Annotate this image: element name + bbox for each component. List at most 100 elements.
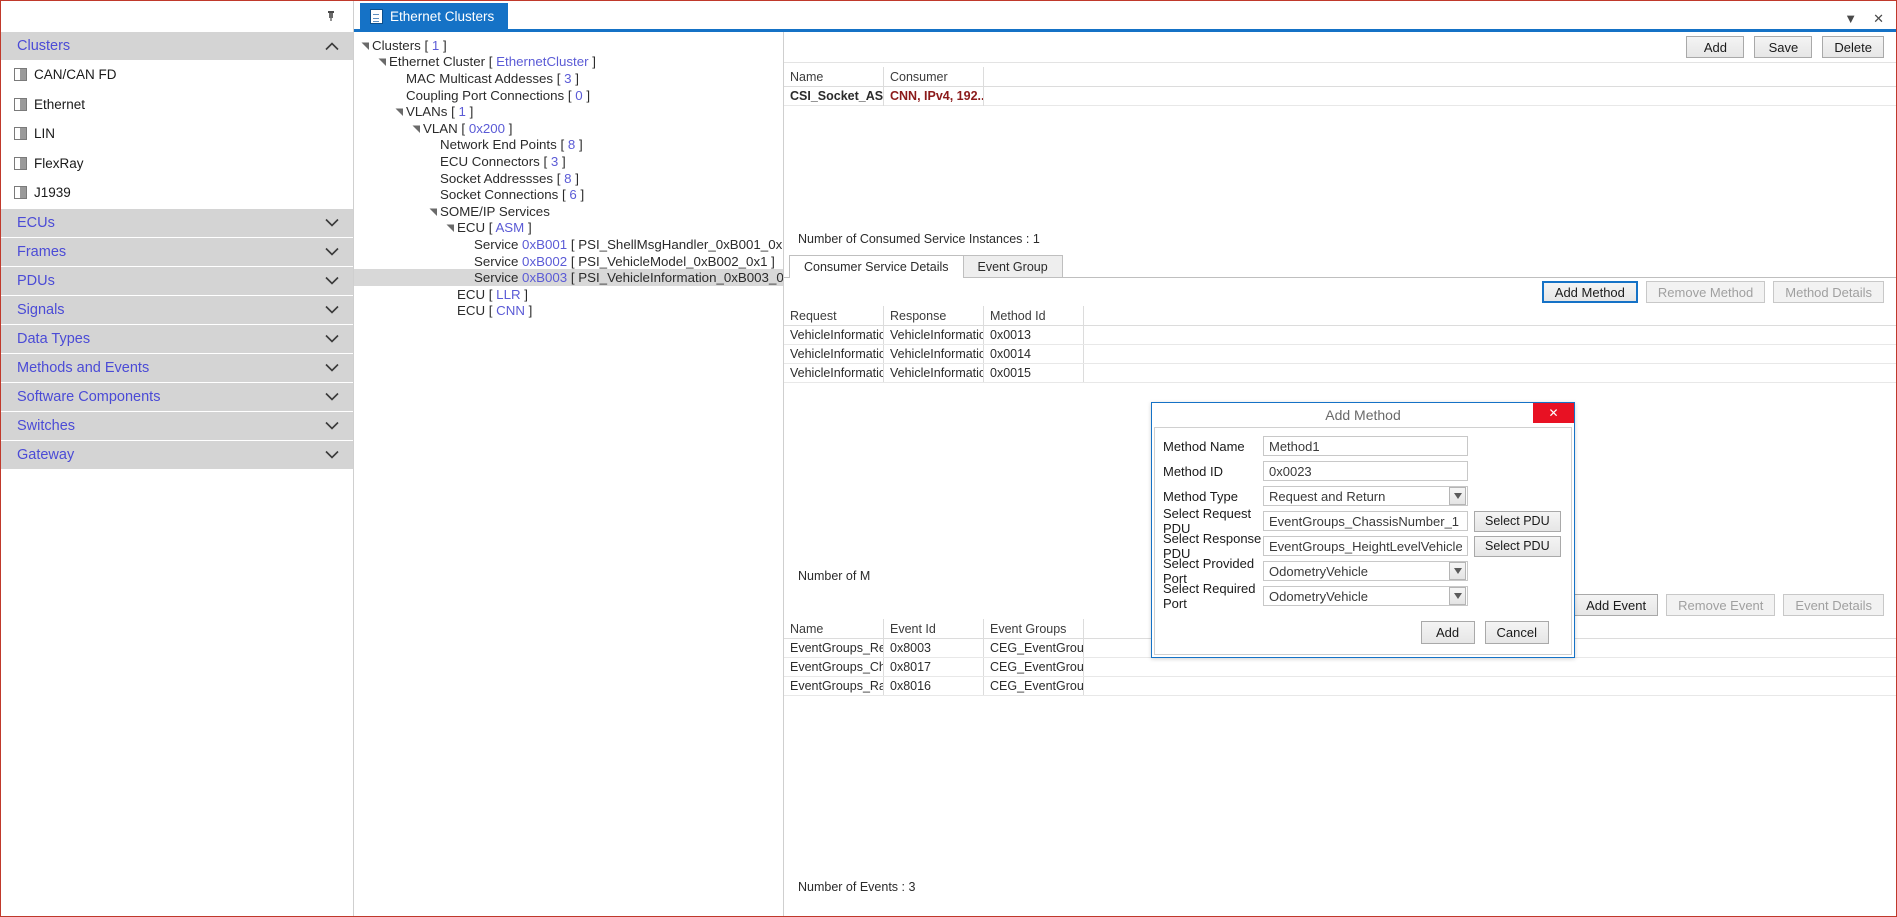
save-button[interactable]: Save	[1754, 36, 1813, 58]
expander-expanded-icon[interactable]	[409, 124, 423, 133]
tree-node[interactable]: MAC Multicast Addesses [ 3 ]	[354, 70, 783, 87]
expander-expanded-icon[interactable]	[375, 57, 389, 67]
tree-node[interactable]: ECU Connectors [ 3 ]	[354, 153, 783, 170]
chevron-down-icon[interactable]: ▼	[1844, 12, 1857, 25]
sidebar-section-label: ECUs	[17, 214, 55, 231]
tree-node[interactable]: ECU [ CNN ]	[354, 303, 783, 320]
cell-method-id: 0x0014	[984, 345, 1084, 363]
tree-node[interactable]: Service 0xB003 [ PSI_VehicleInformation_…	[354, 269, 783, 286]
cell-filler	[1084, 326, 1896, 344]
sidebar-section-software-components[interactable]: Software Components	[1, 381, 353, 411]
sidebar-item-j1939[interactable]: J1939	[1, 178, 353, 208]
tree-node[interactable]: Socket Connections [ 6 ]	[354, 186, 783, 203]
table-row[interactable]: CSI_Socket_ASM_... CNN, IPv4, 192....	[784, 86, 1896, 106]
sidebar-section-frames[interactable]: Frames	[1, 236, 353, 266]
tree-node[interactable]: VLANs [ 1 ]	[354, 103, 783, 120]
chevron-down-icon	[325, 276, 339, 285]
tree-node[interactable]: SOME/IP Services	[354, 203, 783, 220]
field-select-select-provided-port[interactable]: OdometryVehicle	[1263, 561, 1468, 581]
cell-filler	[984, 86, 1896, 106]
field-select-select-required-port[interactable]: OdometryVehicle	[1263, 586, 1468, 606]
event-grid-space	[784, 696, 1896, 872]
dialog-field-select-required-port: Select Required Port OdometryVehicle	[1163, 581, 1561, 611]
tab-ethernet-clusters[interactable]: Ethernet Clusters	[360, 3, 509, 29]
sidebar-section-data-types[interactable]: Data Types	[1, 323, 353, 353]
tree-node-label: Service 0xB003 [ PSI_VehicleInformation_…	[474, 270, 784, 286]
select-pdu-button-select-request-pdu[interactable]: Select PDU	[1474, 510, 1561, 532]
chevron-down-icon[interactable]	[1449, 487, 1466, 505]
sidebar-section-signals[interactable]: Signals	[1, 294, 353, 324]
cell-event-groups: CEG_EventGroups:0...	[984, 639, 1084, 657]
add-event-button[interactable]: Add Event	[1574, 594, 1659, 616]
consumed-instances-note: Number of Consumed Service Instances : 1	[798, 232, 1040, 246]
sidebar-section-label: Software Components	[17, 388, 161, 405]
table-row[interactable]: VehicleInformation...VehicleInformation.…	[784, 364, 1896, 383]
expander-expanded-icon[interactable]	[443, 223, 457, 233]
expander-expanded-icon[interactable]	[426, 207, 440, 216]
sidebar-section-ecus[interactable]: ECUs	[1, 207, 353, 237]
cell-event-groups: CEG_EventGroups:0...	[984, 677, 1084, 695]
column-response: Response	[884, 306, 984, 325]
sidebar-item-can-can-fd[interactable]: CAN/CAN FD	[1, 60, 353, 90]
sidebar-section-methods-and-events[interactable]: Methods and Events	[1, 352, 353, 382]
tree-node[interactable]: ECU [ ASM ]	[354, 220, 783, 237]
grid-header: Request Response Method Id	[784, 306, 1896, 326]
add-method-button[interactable]: Add Method	[1541, 281, 1638, 303]
field-label: Method Name	[1163, 438, 1245, 454]
field-input-method-id[interactable]	[1263, 461, 1468, 481]
table-row[interactable]: VehicleInformation...VehicleInformation.…	[784, 326, 1896, 345]
sidebar-item-ethernet[interactable]: Ethernet	[1, 90, 353, 120]
sidebar-section-gateway[interactable]: Gateway	[1, 439, 353, 469]
application-window: Clusters CAN/CAN FD Ethernet LIN FlexRay J193…	[0, 0, 1897, 917]
dialog-add-button[interactable]: Add	[1420, 621, 1475, 644]
sidebar-section-label: Methods and Events	[17, 359, 150, 376]
tab-consumer-service-details[interactable]: Consumer Service Details	[789, 255, 964, 278]
add-button[interactable]: Add	[1686, 36, 1745, 58]
tab-event-group[interactable]: Event Group	[962, 255, 1063, 277]
tree-node-label: VLAN [ 0x200 ]	[423, 120, 513, 136]
tree-node[interactable]: Service 0xB001 [ PSI_ShellMsgHandler_0xB…	[354, 236, 783, 253]
sidebar-section-clusters[interactable]: Clusters	[1, 31, 353, 60]
method-details-button: Method Details	[1773, 281, 1884, 303]
delete-button[interactable]: Delete	[1822, 36, 1884, 58]
field-select-method-type[interactable]: Request and Return	[1263, 486, 1468, 506]
table-row[interactable]: VehicleInformation...VehicleInformation.…	[784, 345, 1896, 364]
close-icon[interactable]: ✕	[1873, 12, 1884, 25]
field-input-select-response-pdu[interactable]	[1263, 536, 1468, 556]
tree-node[interactable]: Clusters [ 1 ]	[354, 37, 783, 54]
field-input-method-name[interactable]	[1263, 436, 1468, 456]
sidebar-section-switches[interactable]: Switches	[1, 410, 353, 440]
sidebar-item-flexray[interactable]: FlexRay	[1, 149, 353, 179]
chevron-down-icon[interactable]	[1449, 562, 1466, 580]
close-icon[interactable]: ✕	[1533, 403, 1574, 423]
tree-node[interactable]: VLAN [ 0x200 ]	[354, 120, 783, 137]
tree-node[interactable]: Service 0xB002 [ PSI_VehicleModel_0xB002…	[354, 253, 783, 270]
field-input-select-request-pdu[interactable]	[1263, 511, 1468, 531]
expander-expanded-icon[interactable]	[392, 107, 406, 117]
pin-icon[interactable]	[323, 8, 339, 24]
table-row[interactable]: EventGroups_Chas...0x8017CEG_EventGroups…	[784, 658, 1896, 677]
sidebar-item-lin[interactable]: LIN	[1, 119, 353, 149]
add-method-dialog: Add Method ✕ Method NameMethod IDMethod …	[1151, 402, 1575, 658]
chevron-down-icon[interactable]	[1449, 587, 1466, 605]
tree-node-label: SOME/IP Services	[440, 203, 550, 219]
expander-expanded-icon[interactable]	[358, 41, 372, 50]
network-icon	[14, 127, 27, 141]
tree-node-label: Socket Connections [ 6 ]	[440, 187, 585, 203]
method-grid: Request Response Method Id VehicleInform…	[784, 306, 1896, 383]
table-row[interactable]: EventGroups_Rang...0x8016CEG_EventGroups…	[784, 677, 1896, 696]
tree-node-label: Service 0xB002 [ PSI_VehicleModel_0xB002…	[474, 253, 775, 269]
tree-node[interactable]: Ethernet Cluster [ EthernetCluster ]	[354, 54, 783, 71]
field-select-value: OdometryVehicle	[1269, 563, 1368, 579]
tree-node[interactable]: Socket Addressses [ 8 ]	[354, 170, 783, 187]
tree-node[interactable]: Network End Points [ 8 ]	[354, 137, 783, 154]
sidebar-section-pdus[interactable]: PDUs	[1, 265, 353, 295]
dialog-cancel-button[interactable]: Cancel	[1484, 621, 1549, 644]
select-pdu-button-select-response-pdu[interactable]: Select PDU	[1474, 535, 1561, 557]
tree-node[interactable]: Coupling Port Connections [ 0 ]	[354, 87, 783, 104]
cell-event-id: 0x8003	[884, 639, 984, 657]
tree-node[interactable]: ECU [ LLR ]	[354, 286, 783, 303]
event-details-button: Event Details	[1783, 594, 1884, 616]
cell-request: VehicleInformation...	[784, 364, 884, 382]
sidebar-item-label: Ethernet	[34, 96, 86, 112]
